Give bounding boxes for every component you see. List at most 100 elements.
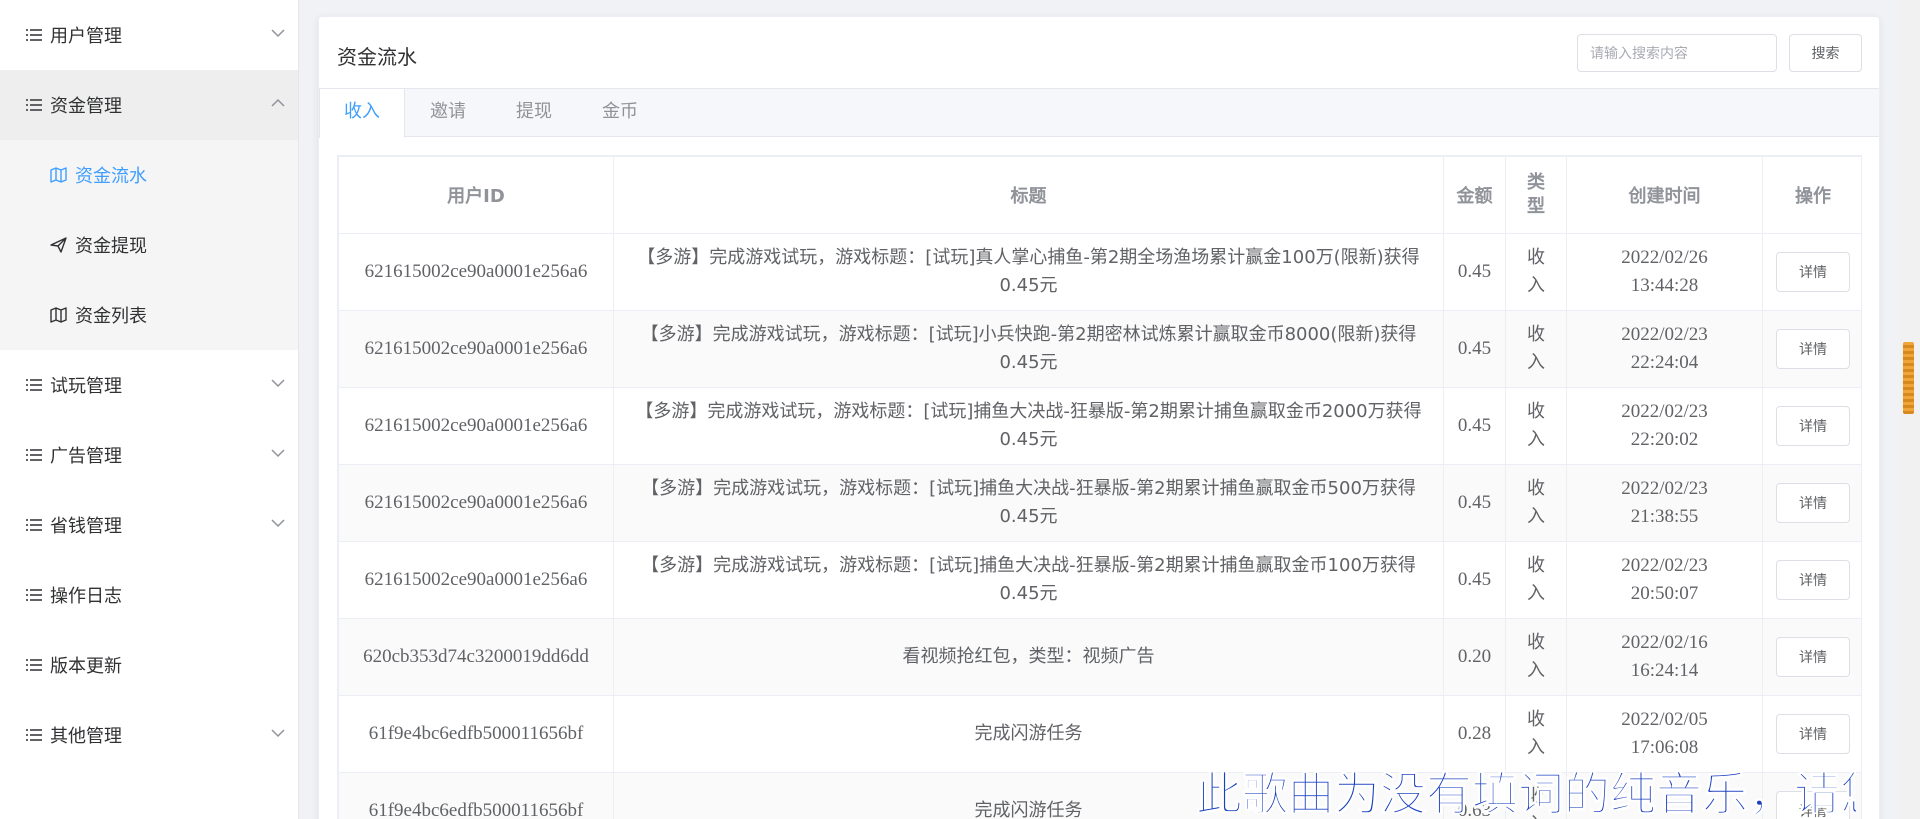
sidebar-item-other-management[interactable]: 其他管理 <box>0 700 298 770</box>
table-row: 621615002ce90a0001e256a6 【多游】完成游戏试玩，游戏标题：… <box>338 310 1861 388</box>
search-button[interactable]: 搜索 <box>1789 34 1862 72</box>
cell-action: 详情 <box>1762 464 1861 542</box>
cell-amount: 0.45 <box>1443 387 1506 465</box>
page-title: 资金流水 <box>337 45 417 69</box>
sidebar-item-label: 广告管理 <box>50 446 122 467</box>
sidebar-subitem-label: 资金提现 <box>75 236 147 257</box>
sidebar-item-operation-log[interactable]: 操作日志 <box>0 560 298 630</box>
page-scrollbar[interactable] <box>1899 0 1920 819</box>
column-header-amount: 金额 <box>1443 156 1506 234</box>
cell-title: 看视频抢红包，类型：视频广告 <box>613 618 1444 696</box>
detail-button[interactable]: 详情 <box>1776 406 1850 446</box>
tab-coins[interactable]: 金币 <box>577 89 663 137</box>
tab-income[interactable]: 收入 <box>319 89 405 138</box>
detail-button[interactable]: 详情 <box>1776 560 1850 600</box>
cell-type: 收入 <box>1505 464 1567 542</box>
cell-action: 详情 <box>1762 618 1861 696</box>
table-row: 621615002ce90a0001e256a6 【多游】完成游戏试玩，游戏标题：… <box>338 233 1861 311</box>
sidebar-subitem-fund-flow[interactable]: 资金流水 <box>0 140 298 210</box>
cell-user-id: 621615002ce90a0001e256a6 <box>338 233 614 311</box>
sidebar-item-savings-management[interactable]: 省钱管理 <box>0 490 298 560</box>
cell-user-id: 621615002ce90a0001e256a6 <box>338 541 614 619</box>
column-header-created-time: 创建时间 <box>1566 156 1763 234</box>
detail-button[interactable]: 详情 <box>1776 483 1850 523</box>
sidebar-item-version-update[interactable]: 版本更新 <box>0 630 298 700</box>
chevron-up-icon <box>271 98 285 107</box>
lyrics-overlay: 此歌曲为没有填词的纯音乐，请您欣 <box>1196 767 1856 815</box>
main-card: 资金流水 搜索 收入 邀请 提现 金币 用户ID 标题 金额 类型 创建时间 操… <box>318 16 1880 819</box>
chevron-down-icon <box>271 29 285 38</box>
detail-button[interactable]: 详情 <box>1776 329 1850 369</box>
table-row: 621615002ce90a0001e256a6 【多游】完成游戏试玩，游戏标题：… <box>338 464 1861 542</box>
cell-created-time: 2022/02/23 22:20:02 <box>1566 387 1763 465</box>
cell-title: 【多游】完成游戏试玩，游戏标题：[试玩]捕鱼大决战-狂暴版-第2期累计捕鱼赢取金… <box>613 541 1444 619</box>
cell-created-time: 2022/02/23 22:24:04 <box>1566 310 1763 388</box>
cell-action: 详情 <box>1762 233 1861 311</box>
sidebar-item-label: 省钱管理 <box>50 516 122 537</box>
sidebar-subitem-fund-withdraw[interactable]: 资金提现 <box>0 210 298 280</box>
sidebar-item-label: 操作日志 <box>50 586 122 607</box>
chevron-down-icon <box>271 729 285 738</box>
list-icon <box>26 589 42 601</box>
data-table: 用户ID 标题 金额 类型 创建时间 操作 621615002ce90a0001… <box>337 155 1862 819</box>
cell-action: 详情 <box>1762 387 1861 465</box>
sidebar-item-label: 资金管理 <box>50 96 122 117</box>
cell-created-time: 2022/02/23 20:50:07 <box>1566 541 1763 619</box>
cell-type: 收入 <box>1505 310 1567 388</box>
list-icon <box>26 729 42 741</box>
chevron-down-icon <box>271 519 285 528</box>
cell-date: 2022/02/26 <box>1621 247 1708 268</box>
scrollbar-thumb[interactable] <box>1903 342 1914 414</box>
chevron-down-icon <box>271 379 285 388</box>
cell-title: 【多游】完成游戏试玩，游戏标题：[试玩]小兵快跑-第2期密林试炼累计赢取金币80… <box>613 310 1444 388</box>
detail-button[interactable]: 详情 <box>1776 637 1850 677</box>
chevron-down-icon <box>271 449 285 458</box>
cell-user-id: 61f9e4bc6edfb500011656bf <box>338 772 614 819</box>
table-header-row: 用户ID 标题 金额 类型 创建时间 操作 <box>338 156 1861 234</box>
cell-time: 16:24:14 <box>1630 660 1699 681</box>
tab-withdraw[interactable]: 提现 <box>491 89 577 137</box>
cell-title: 【多游】完成游戏试玩，游戏标题：[试玩]捕鱼大决战-狂暴版-第2期累计捕鱼赢取金… <box>613 464 1444 542</box>
tab-bar: 收入 邀请 提现 金币 <box>319 88 1879 138</box>
column-header-user-id: 用户ID <box>338 156 614 234</box>
cell-user-id: 621615002ce90a0001e256a6 <box>338 387 614 465</box>
list-icon <box>26 449 42 461</box>
table-row: 621615002ce90a0001e256a6 【多游】完成游戏试玩，游戏标题：… <box>338 387 1861 465</box>
sidebar-item-user-management[interactable]: 用户管理 <box>0 0 298 70</box>
cell-time: 22:20:02 <box>1630 429 1699 450</box>
column-header-action: 操作 <box>1762 156 1861 234</box>
sidebar-subitem-fund-list[interactable]: 资金列表 <box>0 280 298 350</box>
table-row: 621615002ce90a0001e256a6 【多游】完成游戏试玩，游戏标题：… <box>338 541 1861 619</box>
column-header-type: 类型 <box>1505 156 1567 234</box>
cell-user-id: 621615002ce90a0001e256a6 <box>338 464 614 542</box>
sidebar-item-trial-management[interactable]: 试玩管理 <box>0 350 298 420</box>
detail-button[interactable]: 详情 <box>1776 714 1850 754</box>
sidebar-item-label: 版本更新 <box>50 656 122 677</box>
cell-type: 收入 <box>1505 233 1567 311</box>
cell-date: 2022/02/23 <box>1621 555 1708 576</box>
table-row: 620cb353d74c3200019dd6dd 看视频抢红包，类型：视频广告 0.… <box>338 618 1861 696</box>
cell-date: 2022/02/16 <box>1621 632 1708 653</box>
cell-date: 2022/02/23 <box>1621 324 1708 345</box>
cell-amount: 0.45 <box>1443 541 1506 619</box>
sidebar-item-label: 其他管理 <box>50 726 122 747</box>
cell-amount: 0.45 <box>1443 464 1506 542</box>
sidebar-item-fund-management[interactable]: 资金管理 <box>0 70 298 140</box>
cell-time: 21:38:55 <box>1630 506 1699 527</box>
cell-created-time: 2022/02/23 21:38:55 <box>1566 464 1763 542</box>
cell-type: 收入 <box>1505 618 1567 696</box>
sidebar: 用户管理 资金管理 资金流水 资金提现 资金列表 试玩管理 广告管理 省钱管理 <box>0 0 299 819</box>
list-icon <box>26 99 42 111</box>
sidebar-subitem-label: 资金流水 <box>75 166 147 187</box>
search-input[interactable] <box>1577 34 1777 72</box>
cell-date: 2022/02/23 <box>1621 478 1708 499</box>
cell-amount: 0.45 <box>1443 310 1506 388</box>
list-icon <box>26 29 42 41</box>
column-header-title: 标题 <box>613 156 1444 234</box>
detail-button[interactable]: 详情 <box>1776 252 1850 292</box>
cell-amount: 0.20 <box>1443 618 1506 696</box>
sidebar-item-ad-management[interactable]: 广告管理 <box>0 420 298 490</box>
cell-date: 2022/02/05 <box>1621 709 1708 730</box>
tab-invite[interactable]: 邀请 <box>405 89 491 137</box>
sidebar-item-label: 试玩管理 <box>50 376 122 397</box>
